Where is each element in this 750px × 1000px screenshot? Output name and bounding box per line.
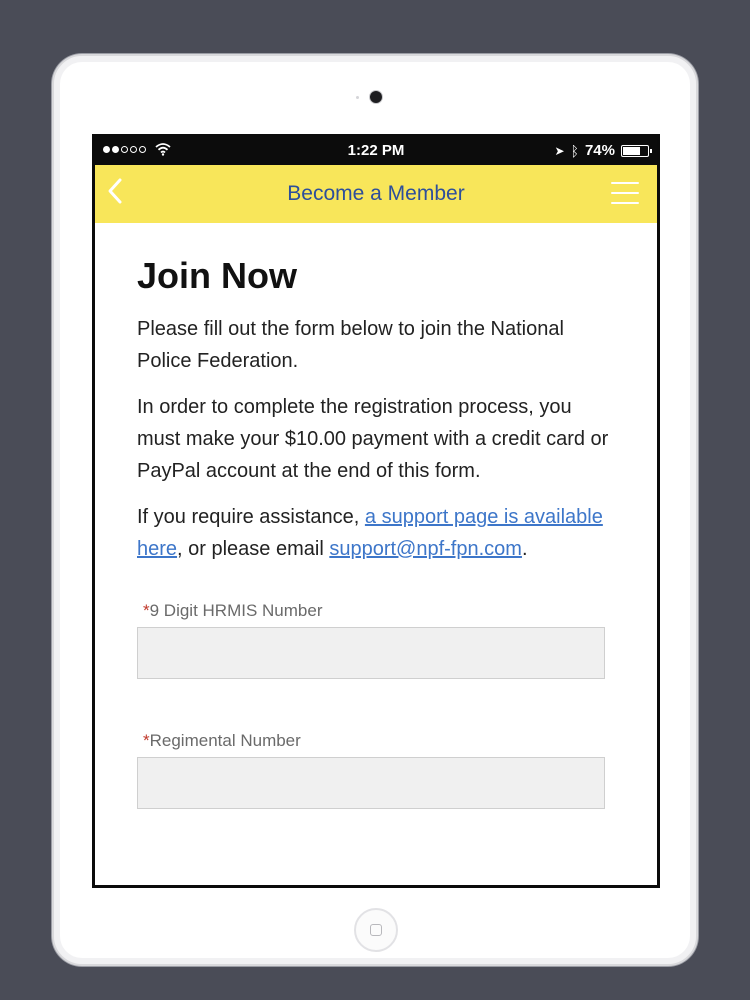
bluetooth-icon: ᛒ	[570, 142, 579, 159]
hrmis-number-label: *9 Digit HRMIS Number	[137, 601, 613, 621]
hrmis-number-label-text: 9 Digit HRMIS Number	[149, 601, 323, 620]
required-marker: *	[143, 601, 150, 620]
assistance-text: If you require assistance, a support pag…	[137, 501, 613, 565]
main-content: Join Now Please fill out the form below …	[137, 223, 613, 809]
location-arrow-icon: ➤	[554, 143, 565, 158]
battery-percent: 74%	[584, 142, 615, 159]
regimental-number-input[interactable]	[137, 757, 605, 809]
assistance-suffix: .	[521, 538, 528, 560]
required-marker: *	[143, 731, 150, 750]
camera-icon	[370, 91, 382, 103]
support-email-link[interactable]: support@npf-fpn.com	[329, 538, 522, 560]
home-button[interactable]	[354, 908, 398, 952]
battery-level	[623, 146, 641, 155]
regimental-number-label-text: Regimental Number	[149, 731, 301, 750]
nav-bar: Become a Member	[95, 165, 657, 223]
sensor-dot	[356, 96, 359, 99]
menu-button[interactable]	[611, 182, 639, 204]
device-screen: 1:22 PM ➤ ᛒ 74% Become a Member Join Now…	[92, 134, 660, 888]
battery-icon	[621, 144, 652, 157]
payment-note: In order to complete the registration pr…	[137, 396, 609, 482]
assistance-middle: , or please email	[177, 538, 330, 560]
intro-text: Please fill out the form below to join t…	[137, 318, 564, 372]
nav-title: Become a Member	[287, 182, 465, 205]
hrmis-number-input[interactable]	[137, 627, 605, 679]
page-title: Join Now	[137, 255, 297, 296]
tablet-frame: 1:22 PM ➤ ᛒ 74% Become a Member Join Now…	[52, 54, 698, 966]
status-bar: 1:22 PM ➤ ᛒ 74%	[95, 137, 657, 165]
home-square-icon	[370, 924, 382, 936]
regimental-number-label: *Regimental Number	[137, 731, 613, 751]
hamburger-icon	[611, 182, 639, 184]
assistance-prefix: If you require assistance,	[137, 506, 365, 528]
